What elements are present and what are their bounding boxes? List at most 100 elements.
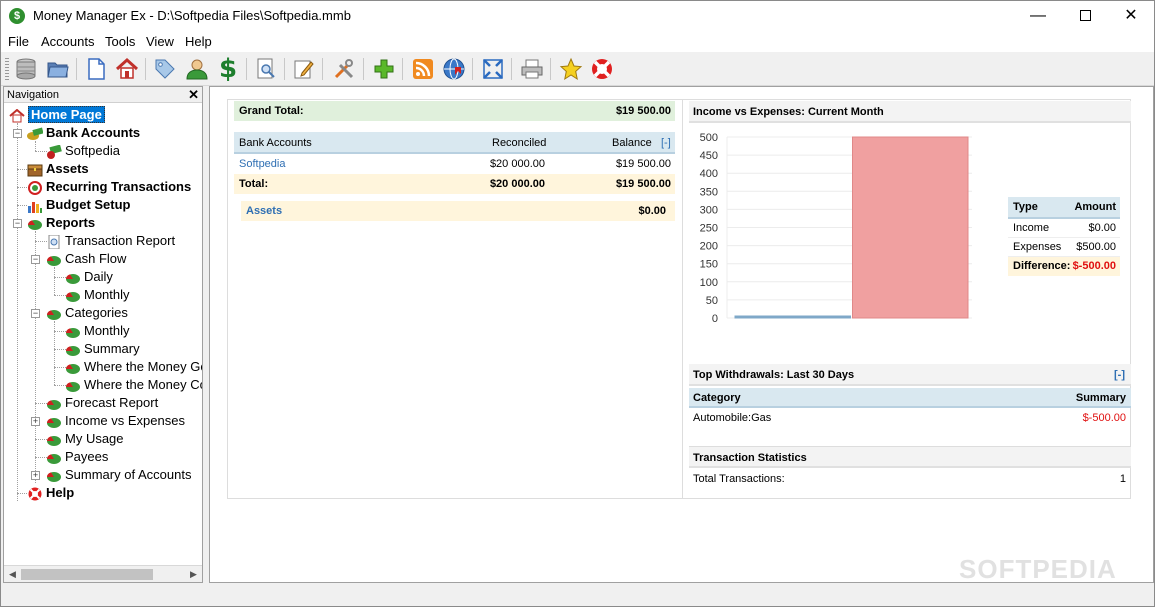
user-icon[interactable] [184, 56, 210, 82]
menu-view[interactable]: View [146, 34, 174, 49]
nav-item-summary-of-accounts[interactable]: Summary of Accounts [46, 466, 191, 484]
balance-value: $19 500.00 [615, 158, 671, 170]
nav-item-recurring-transactions[interactable]: Recurring Transactions [27, 178, 191, 196]
toolbar-separator [284, 58, 285, 80]
expander-reports[interactable]: − [13, 219, 22, 228]
title-bar: $ Money Manager Ex - D:\Softpedia Files\… [1, 1, 1154, 31]
pie-chart-icon [46, 417, 61, 428]
maximize-icon [1079, 10, 1091, 22]
menu-accounts[interactable]: Accounts [41, 34, 94, 49]
nav-item-categories-summary[interactable]: Summary [65, 340, 140, 358]
nav-item-where-money-goes[interactable]: Where the Money Goes [65, 358, 202, 376]
nav-item-cash-flow-daily[interactable]: Daily [65, 268, 113, 286]
fullscreen-icon[interactable] [480, 56, 506, 82]
nav-item-help[interactable]: Help [27, 484, 74, 502]
nav-item-payees[interactable]: Payees [46, 448, 108, 466]
edit-icon[interactable] [291, 56, 317, 82]
income-vs-expenses-section: Income vs Expenses: Current Month 0 50 100… [689, 101, 1131, 361]
scroll-left-icon[interactable]: ◀ [5, 567, 20, 582]
nav-item-transaction-report[interactable]: Transaction Report [46, 232, 175, 250]
assets-row: Assets $0.00 [241, 201, 675, 221]
toolbar-separator [76, 58, 77, 80]
rss-icon[interactable] [410, 56, 436, 82]
nav-item-account-softpedia[interactable]: Softpedia [46, 142, 120, 160]
expander-income-vs-expenses[interactable]: + [31, 417, 40, 426]
collapse-bank-accounts-toggle[interactable]: [-] [661, 133, 671, 153]
nav-item-budget-setup[interactable]: Budget Setup [27, 196, 131, 214]
pie-chart-icon [46, 255, 61, 266]
bar-income [734, 315, 851, 319]
toolbar-separator [145, 58, 146, 80]
help-lifebuoy-icon[interactable] [589, 56, 615, 82]
dollar-icon[interactable]: $ [215, 54, 241, 84]
toolbar-separator [246, 58, 247, 80]
account-link-softpedia[interactable]: Softpedia [239, 154, 285, 174]
database-icon[interactable] [13, 56, 39, 82]
add-icon[interactable] [371, 56, 397, 82]
nav-item-categories-monthly[interactable]: Monthly [65, 322, 130, 340]
menu-tools[interactable]: Tools [105, 34, 135, 49]
expander-categories[interactable]: − [31, 309, 40, 318]
print-preview-icon[interactable] [253, 56, 279, 82]
toolbar-separator [402, 58, 403, 80]
y-tick-label: 500 [700, 132, 718, 144]
nav-item-forecast-report[interactable]: Forecast Report [46, 394, 158, 412]
collapse-withdrawals-toggle[interactable]: [-] [1114, 364, 1125, 386]
open-folder-icon[interactable] [45, 56, 71, 82]
toolbar-grip[interactable] [5, 58, 9, 82]
tree-line [17, 187, 27, 188]
favorite-icon[interactable] [558, 56, 584, 82]
nav-item-label: Budget Setup [46, 197, 131, 212]
tree-line [17, 123, 18, 501]
pie-chart-icon [46, 471, 61, 482]
window-title: Money Manager Ex - D:\Softpedia Files\So… [33, 8, 351, 23]
nav-item-income-vs-expenses[interactable]: Income vs Expenses [46, 412, 185, 430]
y-tick-label: 450 [700, 150, 718, 162]
close-button[interactable]: ✕ [1108, 1, 1154, 31]
recurring-icon [28, 180, 42, 195]
legend-row-expenses: Expenses $500.00 [1008, 238, 1120, 257]
nav-item-where-money-comes-from[interactable]: Where the Money Comes From [65, 376, 202, 394]
expander-summary-of-accounts[interactable]: + [31, 471, 40, 480]
legend-income-label: Income [1013, 222, 1050, 234]
expander-cash-flow[interactable]: − [31, 255, 40, 264]
grand-total-label: Grand Total: [239, 105, 304, 117]
pie-chart-icon [46, 399, 61, 410]
legend-header-amount: Amount [1074, 201, 1116, 213]
nav-item-label: Monthly [84, 323, 130, 338]
y-tick-label: 300 [700, 204, 718, 216]
tree-line [54, 267, 55, 295]
nav-item-cash-flow[interactable]: Cash Flow [46, 250, 126, 268]
nav-item-bank-accounts[interactable]: Bank Accounts [27, 124, 140, 142]
menu-file[interactable]: File [8, 34, 29, 49]
nav-item-reports[interactable]: Reports [27, 214, 95, 232]
navigation-horizontal-scrollbar[interactable]: ◀ ▶ [4, 565, 202, 582]
nav-item-label: Payees [65, 449, 109, 464]
web-icon[interactable] [441, 56, 467, 82]
nav-item-categories[interactable]: Categories [46, 304, 128, 322]
bank-total-balance: $19 500.00 [615, 178, 671, 190]
scroll-right-icon[interactable]: ▶ [186, 567, 201, 582]
bank-total-label: Total: [239, 178, 269, 190]
home-icon[interactable] [114, 56, 140, 82]
tools-icon[interactable] [331, 56, 357, 82]
print-icon[interactable] [519, 56, 545, 82]
assets-link[interactable]: Assets [246, 201, 282, 221]
nav-item-label: Summary of Accounts [65, 467, 192, 482]
top-withdrawals-title-text: Top Withdrawals: Last 30 Days [693, 369, 855, 381]
nav-item-cash-flow-monthly[interactable]: Monthly [65, 286, 130, 304]
maximize-button[interactable] [1062, 1, 1108, 31]
new-document-icon[interactable] [83, 56, 109, 82]
nav-item-home-page[interactable]: Home Page [9, 106, 105, 124]
assets-value: $0.00 [638, 205, 666, 217]
menu-help[interactable]: Help [185, 34, 212, 49]
total-transactions-label: Total Transactions: [693, 473, 785, 485]
navigation-close-button[interactable]: ✕ [188, 87, 199, 103]
nav-item-my-usage[interactable]: My Usage [46, 430, 124, 448]
tag-icon[interactable] [152, 56, 178, 82]
bar-expenses [852, 136, 969, 319]
scrollbar-thumb[interactable] [21, 569, 153, 580]
minimize-button[interactable]: — [1015, 1, 1061, 31]
expander-bank-accounts[interactable]: − [13, 129, 22, 138]
nav-item-assets[interactable]: Assets [27, 160, 89, 178]
